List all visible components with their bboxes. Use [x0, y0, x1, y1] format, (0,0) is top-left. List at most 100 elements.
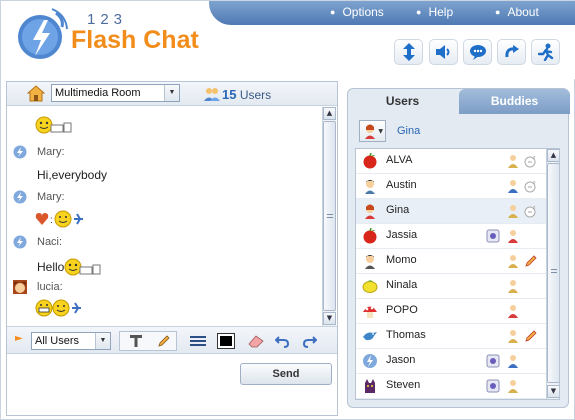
apple-avatar-icon — [363, 228, 377, 244]
undo-icon — [275, 336, 289, 348]
room-select[interactable]: Multimedia Room ▼ — [51, 84, 180, 102]
svg-text:z: z — [533, 155, 536, 161]
flash-user-avatar-icon — [13, 145, 27, 159]
grip-icon — [327, 214, 333, 218]
chevron-down-icon: ▼ — [378, 128, 383, 135]
person-status-icon — [508, 155, 518, 168]
person-status-icon — [508, 330, 518, 343]
message-smileys — [35, 297, 95, 319]
scroll-up-icon[interactable]: ▲ — [547, 149, 559, 162]
message-list: Mary: Hi,everybody Mary: : Naci: Hello l… — [7, 107, 322, 327]
eraser-button[interactable] — [243, 331, 269, 351]
redo-button[interactable] — [497, 39, 526, 65]
send-button[interactable]: Send — [240, 363, 332, 385]
tab-users[interactable]: Users — [348, 89, 457, 114]
message-author: Mary: — [37, 191, 65, 203]
user-list-scrollbar[interactable]: ▲ ▼ — [546, 149, 559, 399]
nav-options[interactable]: ● Options — [330, 5, 384, 19]
user-row-steven[interactable]: Steven — [356, 374, 546, 399]
current-user-bar: ▼ Gina — [348, 116, 570, 146]
logo-title: Flash Chat — [71, 26, 199, 54]
user-row-alva[interactable]: ALVA z — [356, 149, 546, 174]
scroll-up-icon[interactable]: ▲ — [323, 107, 336, 120]
current-user-name: Gina — [397, 125, 421, 137]
pencil-button[interactable] — [151, 331, 177, 351]
scroll-down-icon[interactable]: ▼ — [323, 312, 336, 325]
recipient-select[interactable]: All Users ▼ — [31, 332, 111, 350]
person-status-icon — [508, 180, 518, 193]
flash-chat-window: 123 Flash Chat ● Options ● Help ● About Mul… — [0, 0, 575, 420]
speech-button[interactable] — [463, 39, 492, 65]
webcam-icon — [486, 354, 500, 368]
color-picker-button[interactable] — [213, 331, 239, 351]
flash-logo-avatar-icon — [363, 354, 377, 368]
avatar-select[interactable]: ▼ — [359, 120, 386, 142]
text-format-button[interactable] — [123, 331, 149, 351]
person-status-icon — [508, 305, 518, 318]
mushroom-avatar-icon — [363, 306, 377, 318]
user-row-popo[interactable]: POPO — [356, 299, 546, 324]
person-status-icon — [508, 205, 518, 218]
svg-text:z: z — [533, 205, 536, 211]
woman-avatar-icon — [365, 204, 375, 219]
tab-buddies[interactable]: Buddies — [459, 89, 570, 114]
grin-smiley-icon — [35, 299, 81, 317]
scroll-down-icon[interactable]: ▼ — [547, 385, 559, 398]
message-text: Hi,everybody — [37, 168, 108, 182]
nav-help[interactable]: ● Help — [416, 5, 453, 19]
undo-button[interactable] — [269, 331, 295, 351]
user-row-jason[interactable]: Jason — [356, 349, 546, 374]
bullet-icon: ● — [330, 7, 336, 17]
svg-text:z: z — [533, 180, 536, 186]
home-icon[interactable] — [27, 85, 45, 102]
text-t-icon — [130, 335, 142, 347]
user-row-ninala[interactable]: Ninala — [356, 274, 546, 299]
away-button[interactable] — [531, 39, 560, 65]
person-status-icon — [508, 280, 518, 293]
lemon-avatar-icon — [362, 280, 378, 293]
arrow-right-icon: ► — [15, 333, 23, 344]
bullet-icon: ● — [416, 7, 422, 17]
webcam-icon — [486, 229, 500, 243]
woman-avatar-icon — [365, 124, 375, 139]
user-row-austin[interactable]: Austin z — [356, 174, 546, 199]
user-list: ALVA z Austin z Gina z Jassia Momo Ninal… — [355, 148, 560, 400]
chevron-down-icon: ▼ — [95, 333, 110, 349]
user-row-thomas[interactable]: Thomas — [356, 324, 546, 349]
user-row-gina[interactable]: Gina z — [356, 199, 546, 224]
redo-button[interactable] — [297, 331, 323, 351]
person-status-icon — [508, 255, 518, 268]
chat-panel: Multimedia Room ▼ 15 Users Mary: Hi,ever… — [6, 81, 338, 416]
scroll-thumb[interactable] — [547, 163, 559, 383]
message-scrollbar[interactable]: ▲ ▼ — [322, 107, 336, 326]
message-author: Naci: — [37, 236, 63, 248]
bird-avatar-icon — [363, 332, 377, 341]
line-style-button[interactable] — [185, 331, 211, 351]
sound-button[interactable] — [429, 39, 458, 65]
users-group-icon — [204, 88, 220, 101]
users-panel: Users Buddies ▼ Gina ALVA z Austin z Gin… — [347, 88, 570, 408]
lines-icon — [190, 336, 206, 346]
eraser-icon — [248, 335, 264, 348]
man-avatar-icon — [365, 180, 375, 194]
chevron-down-icon: ▼ — [164, 85, 179, 101]
pencil-icon — [158, 335, 170, 347]
user-row-momo[interactable]: Momo — [356, 249, 546, 274]
cat-avatar-icon — [365, 379, 375, 393]
sleep-icon: z — [524, 155, 536, 168]
person-status-icon — [508, 380, 518, 393]
users-count: 15 Users — [222, 87, 272, 102]
grip-icon — [551, 269, 557, 273]
top-nav-bar: ● Options ● Help ● About — [209, 1, 575, 25]
smiley-face-icon — [64, 258, 101, 276]
message-text: Hello — [37, 258, 104, 276]
scroll-thumb[interactable] — [323, 121, 336, 311]
resize-button[interactable] — [394, 39, 423, 65]
runner-icon — [537, 43, 553, 61]
person-status-icon — [508, 230, 518, 243]
sleep-icon: z — [524, 180, 536, 193]
nav-about[interactable]: ● About — [495, 5, 539, 19]
user-row-jassia[interactable]: Jassia — [356, 224, 546, 249]
heart-smiley-icon: : — [35, 210, 83, 228]
svg-text::: : — [50, 215, 53, 226]
